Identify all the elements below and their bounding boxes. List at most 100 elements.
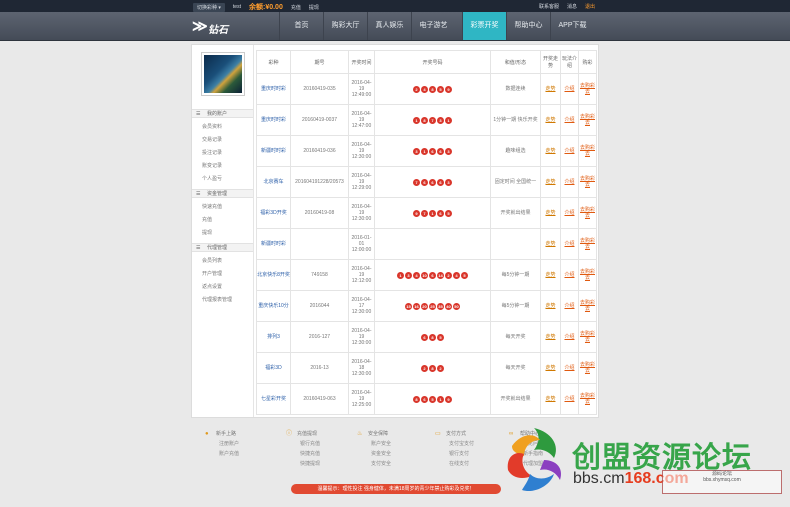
lottery-name-link[interactable]: 重庆时时彩 <box>256 104 291 136</box>
sidebar-item-profit-loss[interactable]: 个人盈亏 <box>202 175 222 182</box>
nav-app-download[interactable]: APP下载 <box>550 12 594 40</box>
lottery-name-link[interactable]: 福彩3D <box>256 352 291 384</box>
menu-icon: ☰ <box>196 191 201 197</box>
footer-link[interactable]: 支付安全 <box>371 460 437 467</box>
nav-lottery-results[interactable]: 彩票开奖 <box>462 12 506 40</box>
lottery-name-link[interactable]: 排列3 <box>256 321 291 353</box>
watermark-logo-icon <box>507 428 562 492</box>
rules-link[interactable]: 介绍 <box>564 272 574 278</box>
buy-link[interactable]: 去购彩去 <box>580 300 595 312</box>
sidebar-item-profile[interactable]: 会员资料 <box>202 123 222 130</box>
sidebar-item-quick-deposit[interactable]: 快速充值 <box>202 203 222 210</box>
rules-link[interactable]: 介绍 <box>564 210 574 216</box>
trend-link[interactable]: 走势 <box>545 396 555 402</box>
nav-live-casino[interactable]: 真人娱乐 <box>367 12 411 40</box>
lottery-name-link[interactable]: 重庆时时彩 <box>256 73 291 105</box>
withdraw-link[interactable]: 提现 <box>309 4 319 11</box>
deposit-link[interactable]: 充值 <box>291 4 301 11</box>
buy-link[interactable]: 去购彩去 <box>580 83 595 95</box>
sidebar-item-rebate[interactable]: 返点设置 <box>202 283 222 290</box>
lottery-name-link[interactable]: 北京快乐8开奖 <box>256 259 291 291</box>
buy-link[interactable]: 去购彩去 <box>580 238 595 250</box>
sidebar-item-transactions[interactable]: 交易记录 <box>202 136 222 143</box>
logout-link[interactable]: 退出 <box>585 3 595 10</box>
site-logo[interactable]: ≫ 钻石 <box>192 16 242 37</box>
number-ball: 6 <box>437 209 444 217</box>
trend-link[interactable]: 走势 <box>545 86 555 92</box>
buy: 去购彩去 <box>578 73 597 105</box>
sidebar-item-open-account[interactable]: 开户管理 <box>202 270 222 277</box>
footer-link[interactable]: 资金安全 <box>371 450 437 457</box>
rules-link[interactable]: 介绍 <box>564 117 574 123</box>
sidebar-item-members[interactable]: 会员列表 <box>202 257 222 264</box>
rules-link[interactable]: 介绍 <box>564 303 574 309</box>
trend: 走势 <box>540 228 561 260</box>
buy-link[interactable]: 去购彩去 <box>580 176 595 188</box>
rules-link[interactable]: 介绍 <box>564 86 574 92</box>
issue-number: 20160419-035 <box>290 73 349 105</box>
footer-link[interactable]: 账户安全 <box>371 440 437 447</box>
trend-link[interactable]: 走势 <box>545 179 555 185</box>
trend-link[interactable]: 走势 <box>545 241 555 247</box>
buy-link[interactable]: 去购彩去 <box>580 331 595 343</box>
menu-icon: ☰ <box>196 245 201 251</box>
buy-link[interactable]: 去购彩去 <box>580 393 595 405</box>
rules-link[interactable]: 介绍 <box>564 365 574 371</box>
table-row: 排列3 2016-127 2016-04-19 12:30:00 6 8 5 每天开奖 走势介… <box>256 321 597 353</box>
trend-link[interactable]: 走势 <box>545 365 555 371</box>
winning-numbers: 15 16 20 25 35 40 50 <box>374 290 491 322</box>
lottery-name-link[interactable]: 新疆时时彩 <box>256 135 291 167</box>
draw-description: 趣味组选 <box>490 135 541 167</box>
number-ball: 8 <box>429 333 436 341</box>
sidebar-section-account[interactable]: ☰ 我的账户 <box>192 109 253 118</box>
trend-link[interactable]: 走势 <box>545 334 555 340</box>
message-link[interactable]: 消息 <box>567 3 577 10</box>
rules-link[interactable]: 介绍 <box>564 334 574 340</box>
sidebar-item-deposit[interactable]: 充值 <box>202 216 212 223</box>
lottery-name-link[interactable]: 福彩3D开奖 <box>256 197 291 229</box>
draw-time: 2016-04-19 12:25:00 <box>348 383 375 415</box>
rules-link[interactable]: 介绍 <box>564 148 574 154</box>
sidebar-section-agent[interactable]: ☰ 代理管理 <box>192 243 253 252</box>
nav-lottery-hall[interactable]: 购彩大厅 <box>323 12 367 40</box>
sidebar-section-funds[interactable]: ☰ 资金管理 <box>192 189 253 198</box>
lottery-name-link[interactable]: 重庆快乐10分 <box>256 290 291 322</box>
trend-link[interactable]: 走势 <box>545 117 555 123</box>
sidebar-item-withdraw[interactable]: 提现 <box>202 229 212 236</box>
trend-link[interactable]: 走势 <box>545 148 555 154</box>
number-ball: 20 <box>421 302 428 310</box>
trend: 走势 <box>540 73 561 105</box>
number-ball: 3 <box>413 147 420 155</box>
buy-link[interactable]: 去购彩去 <box>580 362 595 374</box>
lottery-name-link[interactable]: 七星彩开奖 <box>256 383 291 415</box>
trend: 走势 <box>540 197 561 229</box>
number-ball: 15 <box>405 302 412 310</box>
contact-link[interactable]: 联系客服 <box>539 3 559 10</box>
avatar-image <box>204 55 242 93</box>
footer-link[interactable]: 注册账户 <box>219 440 285 447</box>
rules: 介绍 <box>560 321 579 353</box>
trend-link[interactable]: 走势 <box>545 272 555 278</box>
nav-home[interactable]: 首页 <box>279 12 323 40</box>
avatar[interactable] <box>201 52 245 96</box>
footer-link[interactable]: 账户充值 <box>219 450 285 457</box>
trend-link[interactable]: 走势 <box>545 303 555 309</box>
sidebar-item-bets[interactable]: 投注记录 <box>202 149 222 156</box>
sidebar-item-account-changes[interactable]: 账变记录 <box>202 162 222 169</box>
rules-link[interactable]: 介绍 <box>564 179 574 185</box>
trend-link[interactable]: 走势 <box>545 210 555 216</box>
lottery-name-link[interactable]: 新疆时时彩 <box>256 228 291 260</box>
buy-link[interactable]: 去购彩去 <box>580 145 595 157</box>
nav-slots[interactable]: 电子游艺 <box>411 12 455 40</box>
buy-link[interactable]: 去购彩去 <box>580 207 595 219</box>
rules-link[interactable]: 介绍 <box>564 396 574 402</box>
nav-help[interactable]: 帮助中心 <box>506 12 550 40</box>
sidebar-item-agent-report[interactable]: 代理报表管理 <box>202 296 232 303</box>
rules-link[interactable]: 介绍 <box>564 241 574 247</box>
buy-link[interactable]: 去购彩去 <box>580 114 595 126</box>
main-nav: ≫ 钻石 首页 购彩大厅 真人娱乐 电子游艺 彩票开奖 帮助中心 APP下载 <box>0 12 790 41</box>
switch-lottery-dropdown[interactable]: 切换彩种 ▾ <box>193 2 225 12</box>
buy-link[interactable]: 去购彩去 <box>580 269 595 281</box>
lottery-name-link[interactable]: 北京赛车 <box>256 166 291 198</box>
table-row: 重庆快乐10分 2016044 2016-04-17 12:30:00 15 16 20 2… <box>256 290 597 322</box>
